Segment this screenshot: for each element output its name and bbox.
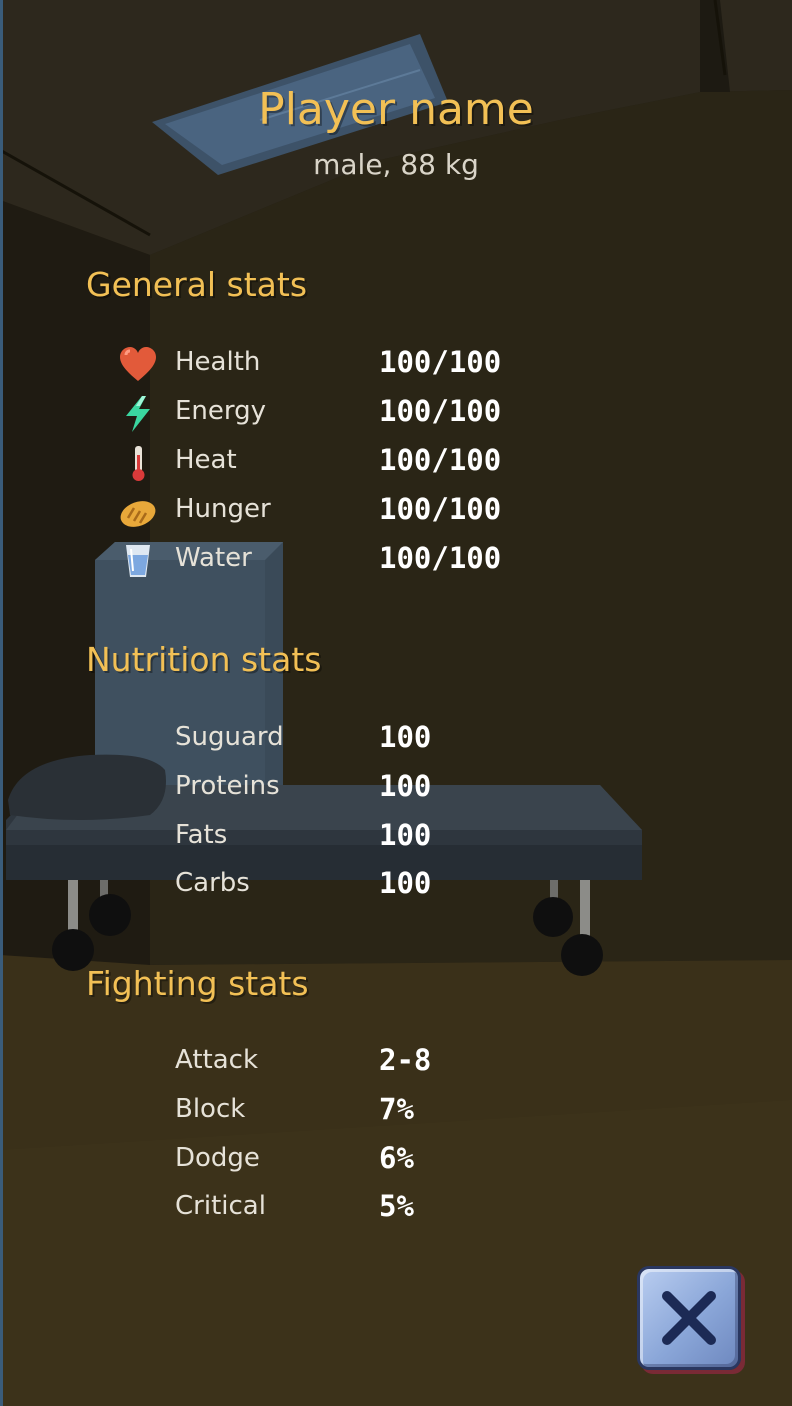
stat-value: 100/100 [379, 541, 502, 575]
stat-label: Suguard [175, 722, 284, 752]
stat-value: 100/100 [379, 394, 502, 428]
stat-label: Hunger [175, 494, 271, 524]
stat-row-hunger: Hunger 100/100 [118, 492, 538, 536]
stat-row-block: Block 7% [118, 1092, 538, 1136]
water-glass-icon [126, 545, 150, 577]
stat-row-dodge: Dodge 6% [118, 1141, 538, 1185]
stat-value: 100 [379, 866, 432, 900]
stat-value: 100 [379, 769, 432, 803]
stat-value: 100/100 [379, 492, 502, 526]
stat-value: 100/100 [379, 443, 502, 477]
stat-row-attack: Attack 2-8 [118, 1043, 538, 1087]
stat-value: 6% [379, 1141, 414, 1175]
stat-label: Block [175, 1094, 246, 1124]
stat-row-fats: Fats 100 [118, 818, 538, 862]
stat-row-critical: Critical 5% [118, 1189, 538, 1233]
general-stats-title: General stats [86, 265, 308, 304]
stat-value: 7% [379, 1092, 414, 1126]
stat-label: Carbs [175, 868, 250, 898]
stat-label: Water [175, 543, 252, 573]
player-stats-panel: Player name male, 88 kg General stats He… [0, 0, 792, 1406]
nutrition-stats-title: Nutrition stats [86, 640, 322, 679]
stat-label: Attack [175, 1045, 259, 1075]
stat-label: Fats [175, 820, 228, 850]
player-name: Player name [258, 84, 534, 135]
stat-label: Proteins [175, 771, 280, 801]
stat-label: Heat [175, 445, 237, 475]
fighting-stats-title: Fighting stats [86, 964, 309, 1003]
stat-label: Dodge [175, 1143, 260, 1173]
player-info: male, 88 kg [313, 148, 479, 181]
stat-row-heat: Heat 100/100 [118, 443, 538, 487]
stat-value: 5% [379, 1189, 414, 1223]
stat-row-energy: Energy 100/100 [118, 394, 538, 438]
stat-row-water: Water 100/100 [118, 541, 538, 585]
close-button[interactable] [637, 1266, 741, 1370]
heart-icon [120, 347, 156, 381]
lightning-icon [126, 396, 150, 432]
stat-label: Critical [175, 1191, 266, 1221]
stat-value: 100 [379, 720, 432, 754]
stat-row-carbs: Carbs 100 [118, 866, 538, 910]
stat-value: 100/100 [379, 345, 502, 379]
stat-row-health: Health 100/100 [118, 345, 538, 389]
bread-icon [120, 501, 156, 527]
close-x-icon [662, 1291, 716, 1345]
thermometer-icon [132, 446, 145, 481]
stat-row-sugar: Suguard 100 [118, 720, 538, 764]
stat-value: 100 [379, 818, 432, 852]
stat-label: Health [175, 347, 261, 377]
stat-label: Energy [175, 396, 267, 426]
stat-value: 2-8 [379, 1043, 432, 1077]
stat-row-proteins: Proteins 100 [118, 769, 538, 813]
